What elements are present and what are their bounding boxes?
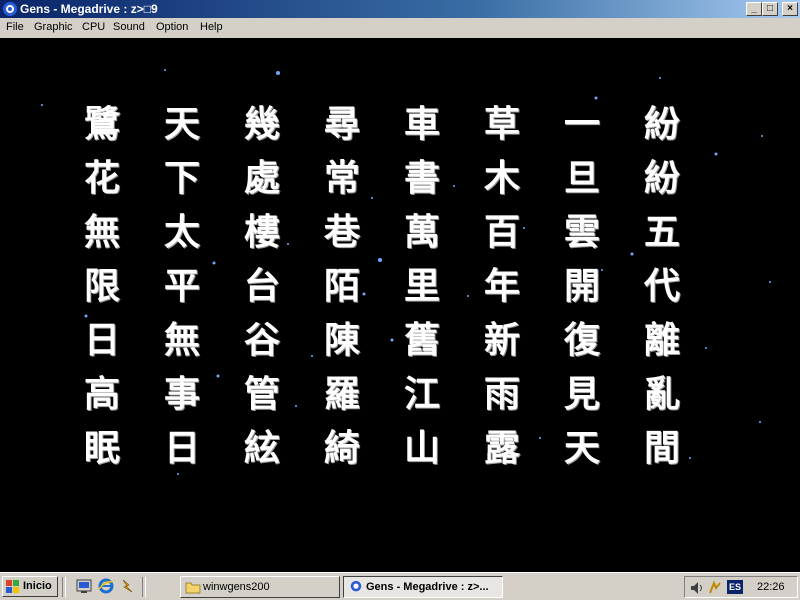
kanji-char: 亂 (643, 373, 680, 415)
kanji-char: 復 (563, 319, 600, 361)
kanji-char: 無 (83, 211, 120, 253)
network-icon[interactable] (707, 580, 723, 596)
task-label: Gens - Megadrive : z>... (366, 581, 489, 593)
close-button[interactable]: × (782, 2, 798, 16)
kanji-char: 露 (483, 427, 520, 469)
minimize-button[interactable]: _ (746, 2, 762, 16)
maximize-button[interactable]: □ (762, 2, 778, 16)
kanji-char: 尋 (323, 103, 360, 145)
kanji-char: 日 (83, 319, 120, 361)
kanji-char: 天 (163, 103, 200, 145)
winamp-icon[interactable] (120, 578, 136, 594)
taskbar-separator (62, 577, 66, 597)
task-label: winwgens200 (203, 581, 270, 593)
kanji-char: 絃 (243, 427, 280, 469)
clock[interactable]: 22:26 (757, 581, 785, 593)
game-screen[interactable]: 鷺 花 無 限 日 高 眠 天 下 太 平 無 事 日 幾 處 樓 台 谷 管 … (0, 38, 800, 572)
volume-icon[interactable] (689, 580, 705, 596)
kanji-char: 江 (403, 373, 440, 415)
kanji-char: 代 (643, 265, 680, 307)
kanji-char: 離 (643, 319, 680, 361)
folder-icon (185, 582, 201, 594)
kanji-char: 谷 (243, 319, 280, 361)
windows-logo-icon (6, 580, 19, 593)
kanji-char: 山 (403, 427, 440, 469)
kanji-char: 限 (83, 265, 120, 307)
kanji-char: 太 (163, 211, 200, 253)
internet-explorer-icon[interactable] (98, 578, 114, 594)
kanji-char: 綺 (323, 427, 360, 469)
kanji-char: 百 (483, 211, 520, 253)
kanji-char: 高 (83, 373, 120, 415)
language-indicator[interactable]: ES (727, 580, 743, 594)
window-title: Gens - Megadrive : z>□9 (20, 2, 158, 16)
taskbar: Inicio winwgens200 Gens - Megadrive : z>… (0, 572, 800, 600)
task-button-gens[interactable]: Gens - Megadrive : z>... (343, 576, 503, 598)
menu-option[interactable]: Option (156, 21, 188, 33)
kanji-char: 一 (563, 103, 600, 145)
kanji-char: 羅 (323, 373, 360, 415)
kanji-char: 開 (563, 265, 600, 307)
kanji-char: 里 (403, 265, 440, 307)
kanji-char: 旦 (563, 157, 600, 199)
kanji-char: 幾 (243, 103, 280, 145)
kanji-char: 紛 (643, 157, 680, 199)
kanji-char: 五 (643, 211, 680, 253)
kanji-char: 花 (83, 157, 120, 199)
kanji-char: 處 (243, 157, 280, 199)
kanji-char: 無 (163, 319, 200, 361)
menu-bar: File Graphic CPU Sound Option Help (0, 18, 800, 38)
kanji-char: 事 (163, 373, 200, 415)
menu-file[interactable]: File (6, 21, 24, 33)
kanji-char: 年 (483, 265, 520, 307)
kanji-char: 眠 (83, 427, 120, 469)
kanji-char: 新 (483, 319, 520, 361)
kanji-char: 管 (243, 373, 280, 415)
kanji-char: 下 (163, 157, 200, 199)
kanji-char: 木 (483, 157, 520, 199)
kanji-char: 萬 (403, 211, 440, 253)
taskbar-separator (142, 577, 146, 597)
kanji-char: 車 (403, 103, 440, 145)
menu-cpu[interactable]: CPU (82, 21, 105, 33)
kanji-char: 雨 (483, 373, 520, 415)
task-button-folder[interactable]: winwgens200 (180, 576, 340, 598)
kanji-char: 鷺 (83, 103, 120, 145)
menu-help[interactable]: Help (200, 21, 223, 33)
kanji-char: 草 (483, 103, 520, 145)
title-bar[interactable]: Gens - Megadrive : z>□9 _ □ × (0, 0, 800, 18)
kanji-char: 陌 (323, 265, 360, 307)
kanji-char: 台 (243, 265, 280, 307)
kanji-char: 巷 (323, 211, 360, 253)
kanji-char: 陳 (323, 319, 360, 361)
kanji-char: 紛 (643, 103, 680, 145)
kanji-char: 見 (563, 373, 600, 415)
kanji-char: 常 (323, 157, 360, 199)
show-desktop-icon[interactable] (76, 578, 92, 594)
kanji-char: 舊 (403, 319, 440, 361)
menu-sound[interactable]: Sound (113, 21, 145, 33)
start-button[interactable]: Inicio (2, 576, 58, 597)
kanji-char: 日 (163, 427, 200, 469)
kanji-char: 樓 (243, 211, 280, 253)
kanji-char: 平 (163, 265, 200, 307)
gens-icon (350, 580, 362, 592)
system-tray: ES 22:26 (684, 576, 798, 598)
menu-graphic[interactable]: Graphic (34, 21, 73, 33)
kanji-char: 雲 (563, 211, 600, 253)
kanji-char: 天 (563, 427, 600, 469)
gens-icon (3, 2, 17, 16)
kanji-char: 書 (403, 157, 440, 199)
kanji-char: 間 (643, 427, 680, 469)
start-label: Inicio (23, 580, 52, 592)
